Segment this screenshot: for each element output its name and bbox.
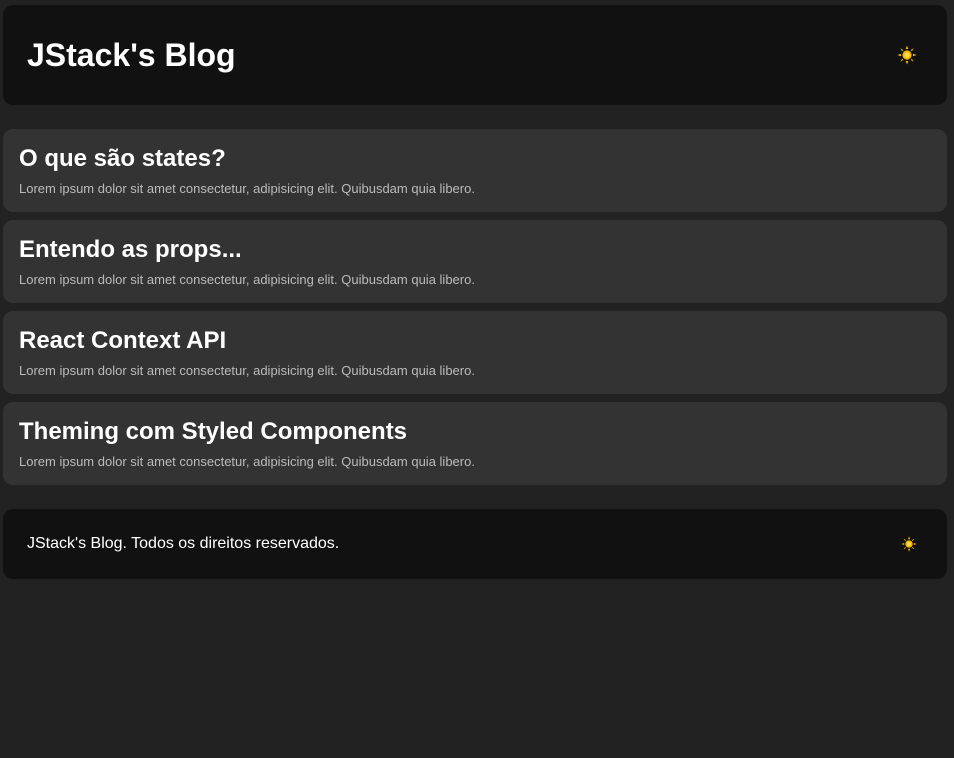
header: JStack's Blog [3,5,947,105]
post-card[interactable]: Theming com Styled Components Lorem ipsu… [3,402,947,485]
post-card[interactable]: O que são states? Lorem ipsum dolor sit … [3,129,947,212]
post-description: Lorem ipsum dolor sit amet consectetur, … [19,181,475,196]
post-title: Entendo as props... [19,236,242,263]
post-description: Lorem ipsum dolor sit amet consectetur, … [19,272,475,287]
theme-toggle-button[interactable] [897,45,917,65]
post-card[interactable]: React Context API Lorem ipsum dolor sit … [3,311,947,394]
page-title: JStack's Blog [27,37,236,73]
footer-copyright: JStack's Blog. Todos os direitos reserva… [27,535,340,552]
page: JStack's Blog O que são states? Lorem ip… [0,0,954,758]
post-title: React Context API [19,327,227,354]
post-description: Lorem ipsum dolor sit amet consectetur, … [19,454,475,469]
sun-icon [897,45,917,65]
post-title: O que são states? [19,145,226,172]
post-list: O que são states? Lorem ipsum dolor sit … [3,129,947,493]
post-description: Lorem ipsum dolor sit amet consectetur, … [19,363,475,378]
footer: JStack's Blog. Todos os direitos reserva… [3,509,947,579]
post-card[interactable]: Entendo as props... Lorem ipsum dolor si… [3,220,947,303]
post-title: Theming com Styled Components [19,418,408,445]
sun-icon [901,536,917,552]
footer-theme-toggle-button[interactable] [901,536,917,552]
